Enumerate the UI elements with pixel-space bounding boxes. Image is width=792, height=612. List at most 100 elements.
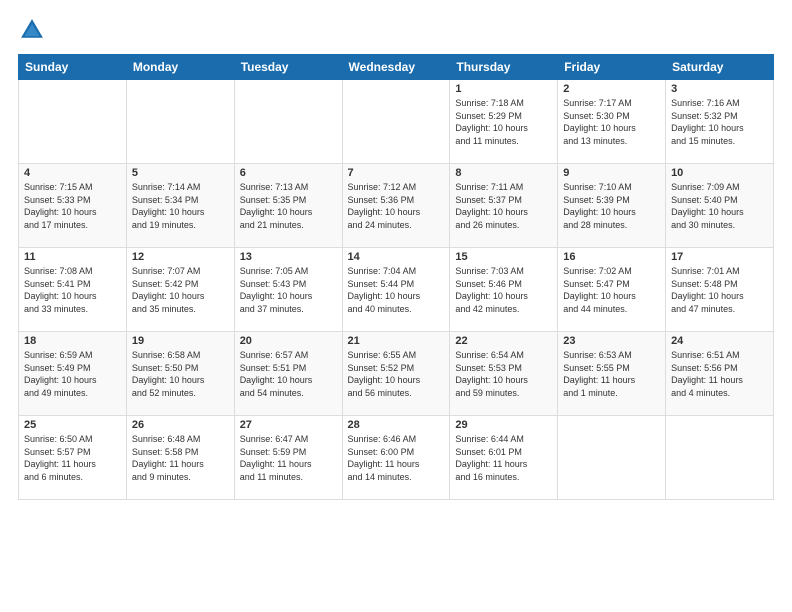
calendar-cell: 7 Sunrise: 7:12 AM Sunset: 5:36 PM Daylig… bbox=[342, 164, 450, 248]
weekday-header-saturday: Saturday bbox=[666, 55, 774, 80]
day-number: 29 bbox=[455, 419, 552, 431]
calendar-cell: 18 Sunrise: 6:59 AM Sunset: 5:49 PM Dayli… bbox=[19, 332, 127, 416]
day-number: 28 bbox=[348, 419, 445, 431]
day-info: Sunrise: 6:57 AM Sunset: 5:51 PM Dayligh… bbox=[240, 349, 337, 399]
calendar-cell bbox=[126, 80, 234, 164]
day-info: Sunrise: 6:53 AM Sunset: 5:55 PM Dayligh… bbox=[563, 349, 660, 399]
day-info: Sunrise: 6:54 AM Sunset: 5:53 PM Dayligh… bbox=[455, 349, 552, 399]
day-info: Sunrise: 7:09 AM Sunset: 5:40 PM Dayligh… bbox=[671, 181, 768, 231]
day-info: Sunrise: 7:13 AM Sunset: 5:35 PM Dayligh… bbox=[240, 181, 337, 231]
calendar-week-row: 4 Sunrise: 7:15 AM Sunset: 5:33 PM Daylig… bbox=[19, 164, 774, 248]
weekday-header-tuesday: Tuesday bbox=[234, 55, 342, 80]
calendar-cell bbox=[19, 80, 127, 164]
calendar-cell: 8 Sunrise: 7:11 AM Sunset: 5:37 PM Daylig… bbox=[450, 164, 558, 248]
day-info: Sunrise: 6:51 AM Sunset: 5:56 PM Dayligh… bbox=[671, 349, 768, 399]
day-info: Sunrise: 7:08 AM Sunset: 5:41 PM Dayligh… bbox=[24, 265, 121, 315]
weekday-header-monday: Monday bbox=[126, 55, 234, 80]
day-info: Sunrise: 6:46 AM Sunset: 6:00 PM Dayligh… bbox=[348, 433, 445, 483]
calendar-cell: 10Sunrise: 7:09 AM Sunset: 5:40 PM Dayli… bbox=[666, 164, 774, 248]
calendar-cell: 25 Sunrise: 6:50 AM Sunset: 5:57 PM Dayli… bbox=[19, 416, 127, 500]
weekday-header-sunday: Sunday bbox=[19, 55, 127, 80]
calendar-cell: 26 Sunrise: 6:48 AM Sunset: 5:58 PM Dayli… bbox=[126, 416, 234, 500]
day-number: 21 bbox=[348, 335, 445, 347]
day-info: Sunrise: 7:11 AM Sunset: 5:37 PM Dayligh… bbox=[455, 181, 552, 231]
calendar-cell: 27 Sunrise: 6:47 AM Sunset: 5:59 PM Dayli… bbox=[234, 416, 342, 500]
calendar-cell: 24Sunrise: 6:51 AM Sunset: 5:56 PM Dayli… bbox=[666, 332, 774, 416]
calendar-cell: 19 Sunrise: 6:58 AM Sunset: 5:50 PM Dayli… bbox=[126, 332, 234, 416]
day-number: 1 bbox=[455, 83, 552, 95]
calendar-cell: 16 Sunrise: 7:02 AM Sunset: 5:47 PM Dayli… bbox=[558, 248, 666, 332]
day-info: Sunrise: 6:58 AM Sunset: 5:50 PM Dayligh… bbox=[132, 349, 229, 399]
calendar-cell: 17 Sunrise: 7:01 AM Sunset: 5:48 PM Dayli… bbox=[666, 248, 774, 332]
day-info: Sunrise: 7:17 AM Sunset: 5:30 PM Dayligh… bbox=[563, 97, 660, 147]
day-number: 20 bbox=[240, 335, 337, 347]
day-number: 3 bbox=[671, 83, 768, 95]
day-info: Sunrise: 6:48 AM Sunset: 5:58 PM Dayligh… bbox=[132, 433, 229, 483]
day-info: Sunrise: 6:47 AM Sunset: 5:59 PM Dayligh… bbox=[240, 433, 337, 483]
day-info: Sunrise: 6:44 AM Sunset: 6:01 PM Dayligh… bbox=[455, 433, 552, 483]
day-info: Sunrise: 7:04 AM Sunset: 5:44 PM Dayligh… bbox=[348, 265, 445, 315]
calendar-cell: 11 Sunrise: 7:08 AM Sunset: 5:41 PM Dayli… bbox=[19, 248, 127, 332]
day-number: 12 bbox=[132, 251, 229, 263]
day-info: Sunrise: 7:15 AM Sunset: 5:33 PM Dayligh… bbox=[24, 181, 121, 231]
header bbox=[18, 16, 774, 44]
day-info: Sunrise: 7:18 AM Sunset: 5:29 PM Dayligh… bbox=[455, 97, 552, 147]
calendar-cell bbox=[558, 416, 666, 500]
day-number: 18 bbox=[24, 335, 121, 347]
calendar-cell: 20 Sunrise: 6:57 AM Sunset: 5:51 PM Dayli… bbox=[234, 332, 342, 416]
day-info: Sunrise: 7:07 AM Sunset: 5:42 PM Dayligh… bbox=[132, 265, 229, 315]
calendar-cell: 9 Sunrise: 7:10 AM Sunset: 5:39 PM Daylig… bbox=[558, 164, 666, 248]
day-number: 4 bbox=[24, 167, 121, 179]
day-number: 6 bbox=[240, 167, 337, 179]
day-number: 16 bbox=[563, 251, 660, 263]
calendar-cell: 22 Sunrise: 6:54 AM Sunset: 5:53 PM Dayli… bbox=[450, 332, 558, 416]
calendar-cell bbox=[666, 416, 774, 500]
day-number: 27 bbox=[240, 419, 337, 431]
weekday-header-thursday: Thursday bbox=[450, 55, 558, 80]
calendar-cell: 12 Sunrise: 7:07 AM Sunset: 5:42 PM Dayli… bbox=[126, 248, 234, 332]
day-number: 11 bbox=[24, 251, 121, 263]
calendar-cell: 2 Sunrise: 7:17 AM Sunset: 5:30 PM Daylig… bbox=[558, 80, 666, 164]
calendar-cell: 14 Sunrise: 7:04 AM Sunset: 5:44 PM Dayli… bbox=[342, 248, 450, 332]
calendar-cell: 1 Sunrise: 7:18 AM Sunset: 5:29 PM Daylig… bbox=[450, 80, 558, 164]
day-info: Sunrise: 7:14 AM Sunset: 5:34 PM Dayligh… bbox=[132, 181, 229, 231]
logo bbox=[18, 16, 50, 44]
calendar-cell bbox=[342, 80, 450, 164]
day-number: 26 bbox=[132, 419, 229, 431]
day-info: Sunrise: 7:12 AM Sunset: 5:36 PM Dayligh… bbox=[348, 181, 445, 231]
calendar-week-row: 1 Sunrise: 7:18 AM Sunset: 5:29 PM Daylig… bbox=[19, 80, 774, 164]
weekday-header-friday: Friday bbox=[558, 55, 666, 80]
weekday-header-row: SundayMondayTuesdayWednesdayThursdayFrid… bbox=[19, 55, 774, 80]
calendar-week-row: 18 Sunrise: 6:59 AM Sunset: 5:49 PM Dayli… bbox=[19, 332, 774, 416]
calendar-cell: 6 Sunrise: 7:13 AM Sunset: 5:35 PM Daylig… bbox=[234, 164, 342, 248]
calendar-cell: 4 Sunrise: 7:15 AM Sunset: 5:33 PM Daylig… bbox=[19, 164, 127, 248]
day-info: Sunrise: 7:02 AM Sunset: 5:47 PM Dayligh… bbox=[563, 265, 660, 315]
day-number: 22 bbox=[455, 335, 552, 347]
day-number: 25 bbox=[24, 419, 121, 431]
calendar-cell: 28 Sunrise: 6:46 AM Sunset: 6:00 PM Dayli… bbox=[342, 416, 450, 500]
calendar-cell: 5Sunrise: 7:14 AM Sunset: 5:34 PM Daylig… bbox=[126, 164, 234, 248]
calendar-week-row: 11 Sunrise: 7:08 AM Sunset: 5:41 PM Dayli… bbox=[19, 248, 774, 332]
day-number: 2 bbox=[563, 83, 660, 95]
calendar-week-row: 25 Sunrise: 6:50 AM Sunset: 5:57 PM Dayli… bbox=[19, 416, 774, 500]
day-number: 17 bbox=[671, 251, 768, 263]
day-number: 23 bbox=[563, 335, 660, 347]
day-number: 13 bbox=[240, 251, 337, 263]
day-info: Sunrise: 7:01 AM Sunset: 5:48 PM Dayligh… bbox=[671, 265, 768, 315]
day-number: 19 bbox=[132, 335, 229, 347]
day-info: Sunrise: 6:59 AM Sunset: 5:49 PM Dayligh… bbox=[24, 349, 121, 399]
calendar-cell: 15 Sunrise: 7:03 AM Sunset: 5:46 PM Dayli… bbox=[450, 248, 558, 332]
day-info: Sunrise: 7:16 AM Sunset: 5:32 PM Dayligh… bbox=[671, 97, 768, 147]
day-info: Sunrise: 7:03 AM Sunset: 5:46 PM Dayligh… bbox=[455, 265, 552, 315]
day-number: 9 bbox=[563, 167, 660, 179]
calendar-cell: 13Sunrise: 7:05 AM Sunset: 5:43 PM Dayli… bbox=[234, 248, 342, 332]
calendar-table: SundayMondayTuesdayWednesdayThursdayFrid… bbox=[18, 54, 774, 500]
calendar-cell bbox=[234, 80, 342, 164]
day-number: 14 bbox=[348, 251, 445, 263]
day-info: Sunrise: 7:10 AM Sunset: 5:39 PM Dayligh… bbox=[563, 181, 660, 231]
day-number: 15 bbox=[455, 251, 552, 263]
day-number: 8 bbox=[455, 167, 552, 179]
day-number: 7 bbox=[348, 167, 445, 179]
logo-icon bbox=[18, 16, 46, 44]
day-info: Sunrise: 6:50 AM Sunset: 5:57 PM Dayligh… bbox=[24, 433, 121, 483]
